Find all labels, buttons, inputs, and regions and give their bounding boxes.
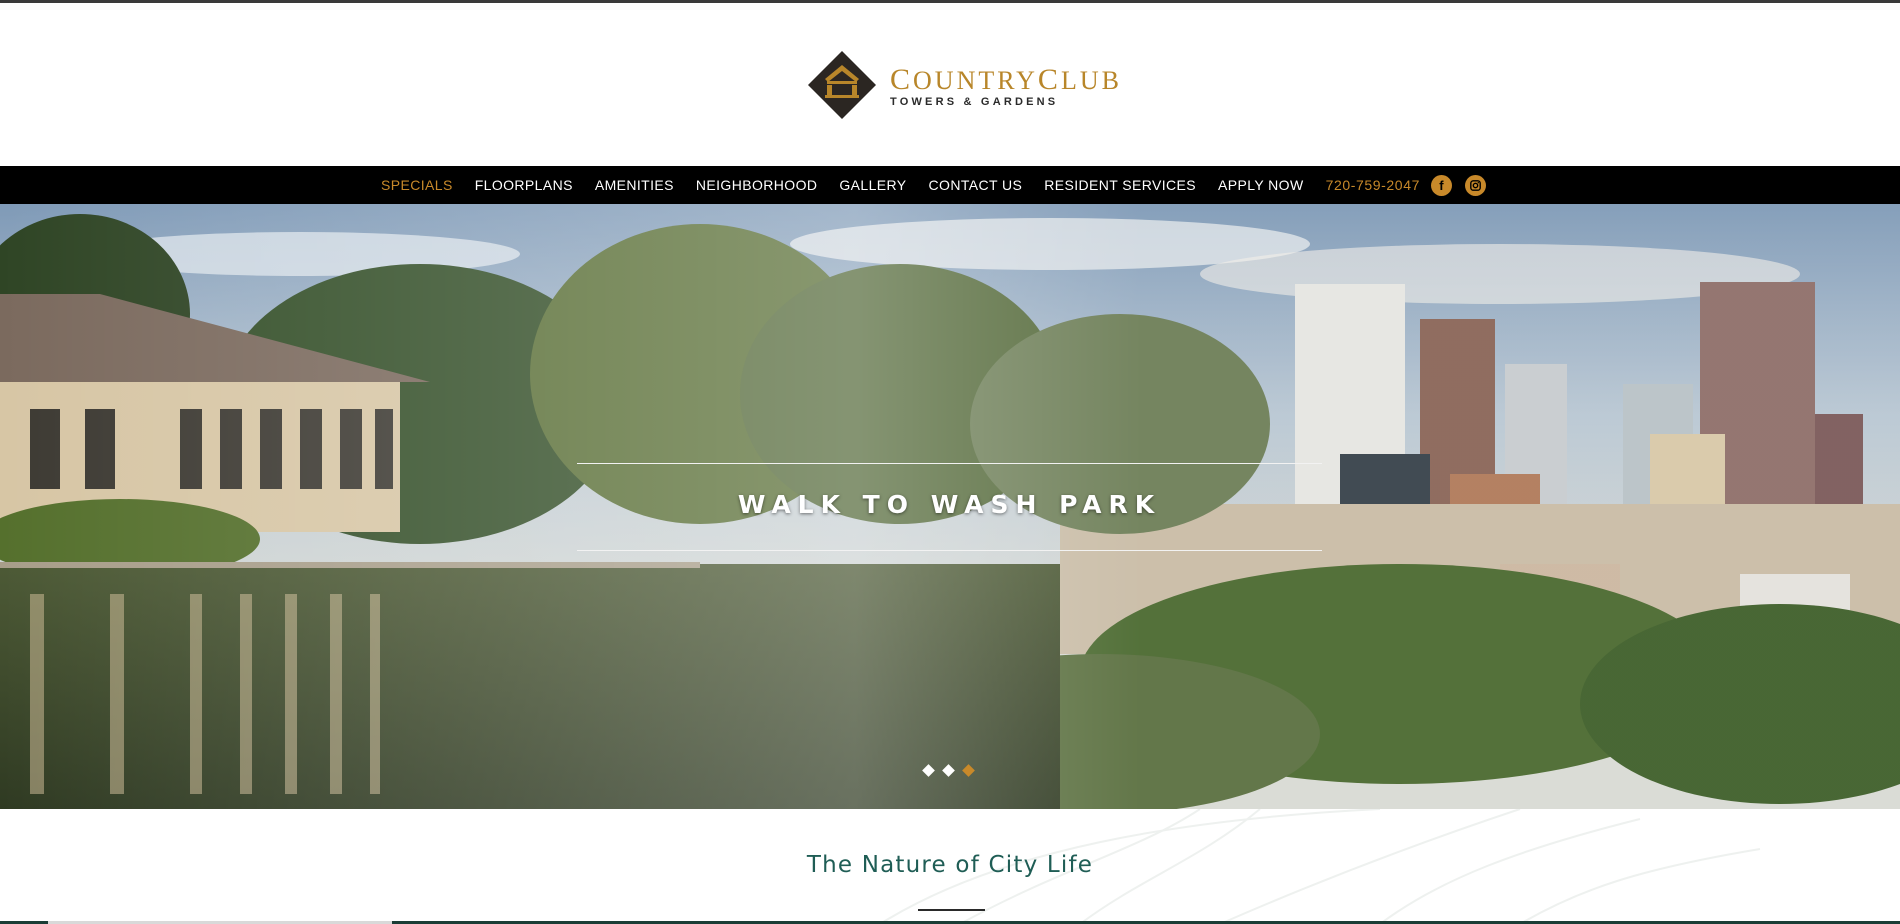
logo-tagline: TOWERS & GARDENS [890,96,1059,108]
nav-item-neighborhood[interactable]: NEIGHBORHOOD [696,177,817,193]
slider-pagination [922,764,984,777]
nav-item-amenities[interactable]: AMENITIES [595,177,674,193]
site-logo[interactable]: COUNTRYCLUB TOWERS & GARDENS [806,49,1119,125]
slider-dot-1[interactable] [922,764,935,777]
intro-title: The Nature of City Life [806,852,1094,878]
hero-slide-title: WALK TO WASH PARK [737,490,1162,519]
nav-item-apply-now[interactable]: APPLY NOW [1218,177,1304,193]
hero-slider: WALK TO WASH PARK [0,204,1900,809]
slider-dot-3[interactable] [962,764,975,777]
facebook-glyph: f [1439,177,1444,193]
nav-item-contact-us[interactable]: CONTACT US [929,177,1023,193]
phone-link[interactable]: 720-759-2047 [1326,177,1420,193]
intro-section: The Nature of City Life [0,809,1900,924]
nav-item-floorplans[interactable]: FLOORPLANS [475,177,573,193]
logo-diamond-icon [808,51,876,119]
nav-items: SPECIALS FLOORPLANS AMENITIES NEIGHBORHO… [381,166,1499,204]
slider-dot-2[interactable] [942,764,955,777]
hero-title-rule-bottom [577,550,1322,551]
facebook-icon[interactable]: f [1430,174,1452,196]
intro-divider [918,909,985,911]
logo-wordmark: COUNTRYCLUB TOWERS & GARDENS [890,63,1122,109]
logo-title: COUNTRYCLUB [890,63,1122,96]
nav-item-gallery[interactable]: GALLERY [839,177,906,193]
nav-item-specials[interactable]: SPECIALS [381,177,453,193]
instagram-glyph [1470,179,1481,191]
nav-item-resident-services[interactable]: RESIDENT SERVICES [1044,177,1196,193]
hero-title-rule-top [577,463,1322,464]
instagram-icon[interactable] [1464,174,1486,196]
site-header: COUNTRYCLUB TOWERS & GARDENS [0,3,1900,166]
main-navigation: SPECIALS FLOORPLANS AMENITIES NEIGHBORHO… [0,166,1900,204]
